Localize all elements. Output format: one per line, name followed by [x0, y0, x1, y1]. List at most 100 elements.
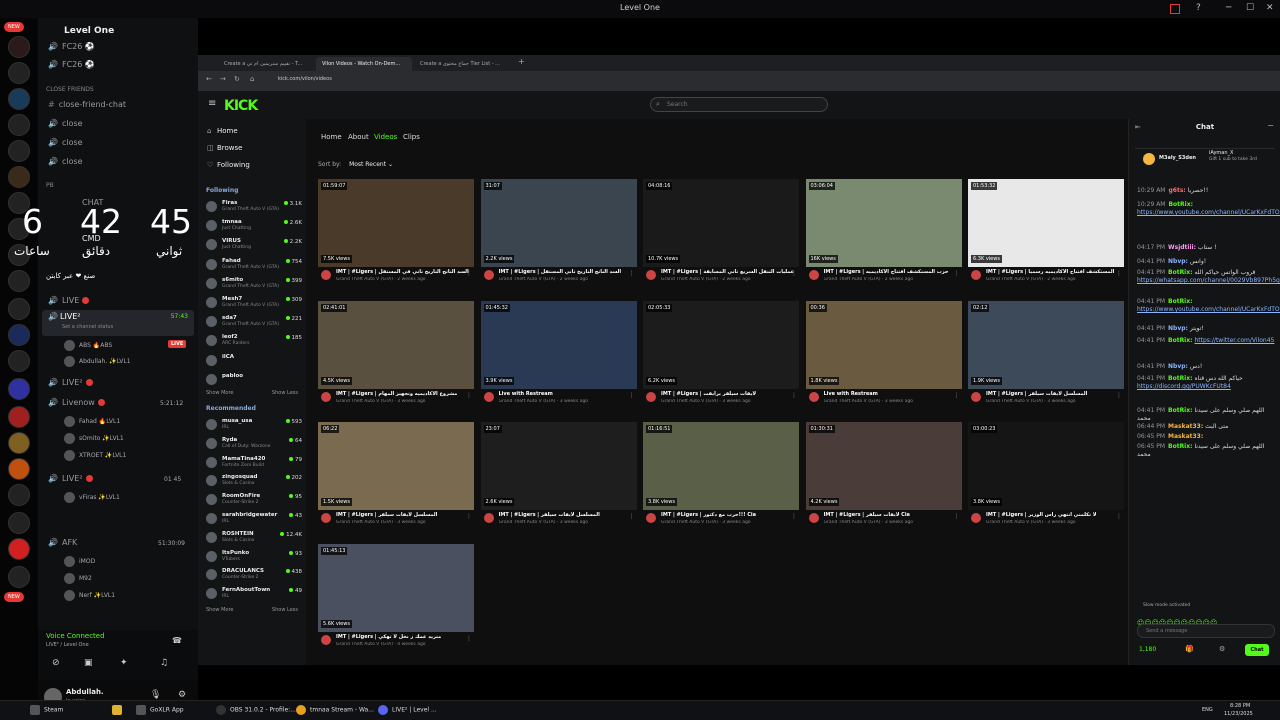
more-options-icon[interactable]: ⋮ [954, 392, 960, 399]
message-user[interactable]: Nbvp: [1168, 258, 1188, 265]
video-card[interactable]: 31:07 2.2K views IMT | #Ligers | السد النا… [480, 179, 637, 289]
voice-user[interactable]: M92 [64, 573, 92, 584]
more-options-icon[interactable]: ⋮ [1116, 392, 1122, 399]
channel-live2[interactable]: 🔊 LIVE² [48, 378, 93, 387]
channel-item[interactable]: RoomOnFire Counter-Strike 2 95 [206, 492, 302, 508]
channel-item[interactable]: leof2 ARC Raiders 185 [206, 333, 302, 349]
message-link[interactable]: https://whatsapp.com/channel/0029Vb897Ph… [1137, 277, 1280, 284]
video-title[interactable]: Live with Restream [499, 391, 633, 397]
channel-item[interactable]: ItsPunko VTubers 93 [206, 549, 302, 565]
avatar[interactable] [646, 270, 656, 280]
video-card[interactable]: 02:05:33 6.2K views IMT | #Ligers | لايفات… [643, 300, 799, 411]
task-explorer[interactable] [112, 705, 126, 715]
video-thumbnail[interactable]: 31:07 2.2K views [480, 179, 637, 267]
chat-menu-icon[interactable]: − [1267, 121, 1274, 130]
channel-close[interactable]: 🔊 close [48, 157, 83, 166]
avatar[interactable] [808, 513, 819, 524]
server-icon[interactable] [8, 114, 30, 136]
tab-about[interactable]: About [348, 133, 369, 141]
channel-close[interactable]: 🔊 close [48, 119, 83, 128]
video-thumbnail[interactable]: 04:08:16 10.7K views [643, 179, 799, 267]
server-icon[interactable] [8, 270, 30, 292]
message-link[interactable]: https://www.youtube.com/channel/UCarKxFd… [1137, 209, 1280, 216]
server-icon[interactable] [8, 166, 30, 188]
inbox-icon[interactable] [1170, 4, 1180, 14]
video-title[interactable]: IMT | #Ligers | لايفات سيلفر برايفت [661, 391, 795, 397]
show-more-link[interactable]: Show More [206, 607, 233, 613]
url-field[interactable]: kick.com/vilon/videos [278, 76, 332, 82]
channel-item[interactable]: s6mito Grand Theft Auto V (GTA) 399 [206, 276, 302, 292]
browser-tab[interactable]: Create a نقييم ستريمين ام تي - T... [218, 57, 314, 71]
task-steam[interactable]: Steam [30, 705, 63, 715]
more-options-icon[interactable]: ⋮ [466, 270, 472, 277]
menu-icon[interactable]: ≡ [208, 98, 216, 109]
settings-icon[interactable]: ⚙ [1219, 645, 1225, 653]
category-close-friends[interactable]: Close Friends [46, 86, 94, 93]
nav-home[interactable]: ⌂ Home [207, 127, 238, 135]
chevron-down-icon[interactable]: ⌄ [388, 161, 393, 168]
avatar[interactable] [483, 391, 494, 402]
server-icon[interactable] [8, 378, 30, 400]
more-options-icon[interactable]: ⋮ [629, 513, 635, 520]
more-options-icon[interactable]: ⋮ [1116, 270, 1122, 277]
task-obs[interactable]: OBS 31.0.2 - Profile:... [216, 705, 296, 715]
video-title[interactable]: IMT | #Ligers | لايفات سيلفر Cia [824, 512, 958, 518]
soundboard-icon[interactable]: ♫ [160, 658, 168, 668]
channel-item[interactable]: Mesh7 Grand Theft Auto V (GTA) 309 [206, 295, 302, 311]
disconnect-icon[interactable]: ☎ [172, 636, 182, 645]
kick-logo[interactable]: KICK [224, 98, 258, 114]
nav-following[interactable]: ♡ Following [207, 161, 250, 169]
voice-user[interactable]: sOmito ✨LVL1 [64, 433, 124, 444]
channel-item[interactable]: Firas Grand Theft Auto V (GTA) 3.1K [206, 199, 302, 215]
video-title[interactable]: IMT | #Ligers | السد الناتج التاريخ تاني… [499, 269, 633, 275]
video-card[interactable]: 01:30:31 4.2K views IMT | #Ligers | لايفات… [805, 422, 962, 532]
channel-item[interactable]: ilCA [206, 353, 302, 369]
video-title[interactable]: IMT | #Ligers | حرب مع دكتور!!! Cia [661, 512, 795, 518]
message-user[interactable]: g6ts: [1168, 187, 1185, 194]
channel-item[interactable]: sarahbridgewater IRL 43 [206, 511, 302, 527]
chat-send-button[interactable]: Chat [1245, 644, 1269, 656]
channel-points[interactable]: 1,180 [1139, 646, 1156, 653]
camera-off-icon[interactable]: ⊘ [52, 658, 60, 668]
voice-channel-label[interactable]: LIVE² / Level One [46, 642, 89, 648]
video-title[interactable]: IMT | #Ligers | السد الناتج التاريخ تاني… [336, 269, 470, 275]
server-icon[interactable] [8, 566, 30, 588]
video-title[interactable]: IMT | #Ligers | المستكشف افتتاح الاكاديم… [986, 269, 1120, 275]
video-card[interactable]: 01:16:51 3.8K views IMT | #Ligers | حرب مع… [643, 422, 799, 532]
forward-icon[interactable]: → [220, 75, 226, 83]
avatar[interactable] [971, 270, 981, 280]
channel-item[interactable]: Ryda Call of Duty: Warzone 64 [206, 436, 302, 452]
channel-item[interactable]: musa_usa IRL 593 [206, 417, 302, 433]
message-user[interactable]: BotRix: [1168, 407, 1193, 414]
video-thumbnail[interactable]: 01:45:13 5.6K views [318, 543, 474, 632]
chat-input[interactable]: Send a message [1137, 624, 1275, 638]
task-discord[interactable]: LIVE² | Level ... [378, 705, 437, 715]
video-thumbnail[interactable]: 02:12 1.9K views [968, 300, 1124, 389]
search-input[interactable]: ⌕ Search [650, 97, 828, 112]
server-icon[interactable] [8, 484, 30, 506]
tab-videos[interactable]: Videos [374, 133, 397, 141]
video-thumbnail[interactable]: 03:06:04 16K views [805, 179, 962, 267]
video-card[interactable]: 00:36 1.8K views Live with Restream Grand T… [805, 300, 962, 411]
message-user[interactable]: Maskat33: [1168, 433, 1203, 440]
category-pb[interactable]: PB [46, 182, 54, 189]
nav-browse[interactable]: ◫ Browse [207, 144, 243, 152]
video-card[interactable]: 01:59:07 7.5K views IMT | #Ligers | السد ا… [318, 179, 474, 289]
avatar[interactable] [321, 391, 331, 402]
video-thumbnail[interactable]: 02:41:01 4.5K views [318, 300, 474, 389]
video-thumbnail[interactable]: 01:30:31 4.2K views [805, 422, 962, 511]
minimize-button[interactable]: ─ [1226, 3, 1231, 13]
channel-live[interactable]: 🔊 LIVE [48, 296, 90, 305]
tab-clips[interactable]: Clips [403, 133, 420, 141]
channel-item[interactable]: FernAboutTown IRL 49 [206, 586, 302, 602]
channel-close[interactable]: 🔊 close [48, 138, 83, 147]
message-user[interactable]: Nbvp: [1168, 363, 1188, 370]
server-icon[interactable] [8, 62, 30, 84]
channel-item[interactable]: Fahad Grand Theft Auto V (GTA) 754 [206, 257, 302, 273]
server-icon[interactable] [8, 512, 30, 534]
more-options-icon[interactable]: ⋮ [954, 513, 960, 520]
channel-live-active[interactable]: 🔊 LIVE² 57:43 Set a channel status [42, 310, 194, 336]
message-user[interactable]: BotRix: [1168, 337, 1193, 344]
video-card[interactable]: 02:41:01 4.5K views IMT | #Ligers | مشروع … [318, 300, 474, 411]
video-card[interactable]: 03:06:04 16K views IMT | #Ligers | حزب الم… [805, 179, 962, 289]
